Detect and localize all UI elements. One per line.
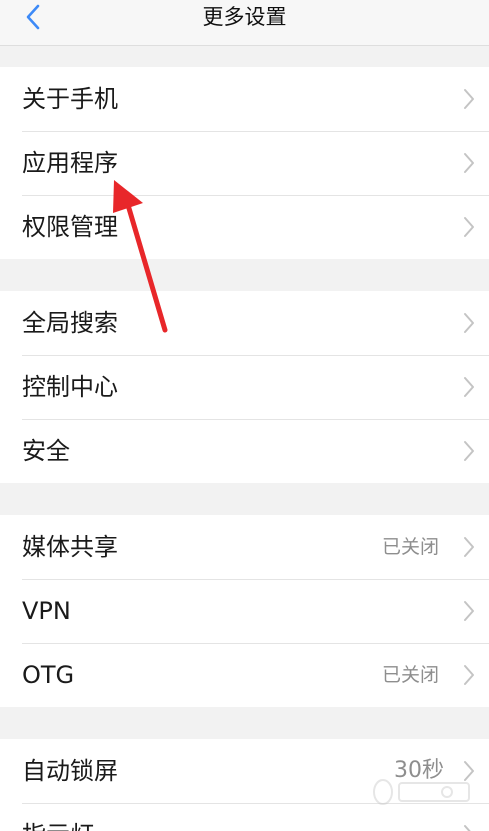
chevron-right-icon xyxy=(464,825,471,831)
watermark-icon xyxy=(373,779,470,805)
row-label: 自动锁屏 xyxy=(22,757,118,785)
row-otg[interactable]: OTG 已关闭 xyxy=(0,643,489,707)
chevron-right-icon xyxy=(464,441,474,461)
row-label: 应用程序 xyxy=(22,149,118,177)
settings-group-connections: 媒体共享 已关闭 VPN OTG 已关闭 xyxy=(0,515,489,707)
chevron-right-icon xyxy=(464,313,474,333)
row-label: 全局搜索 xyxy=(22,309,118,337)
row-applications[interactable]: 应用程序 xyxy=(0,131,489,195)
row-label: 控制中心 xyxy=(22,373,118,401)
row-label: 权限管理 xyxy=(22,213,118,241)
row-label: OTG xyxy=(22,661,75,689)
chevron-right-icon xyxy=(464,89,474,109)
settings-group-device: 关于手机 应用程序 权限管理 xyxy=(0,67,489,259)
row-label: 媒体共享 xyxy=(22,533,118,561)
row-vpn[interactable]: VPN xyxy=(0,579,489,643)
row-security[interactable]: 安全 xyxy=(0,419,489,483)
row-permissions[interactable]: 权限管理 xyxy=(0,195,489,259)
chevron-right-icon xyxy=(464,537,474,557)
row-status-value: 已关闭 xyxy=(381,664,439,686)
chevron-right-icon xyxy=(464,153,474,173)
settings-group-system: 全局搜索 控制中心 安全 xyxy=(0,291,489,483)
row-label: 关于手机 xyxy=(22,85,118,113)
chevron-right-icon xyxy=(464,217,474,237)
row-media-sharing[interactable]: 媒体共享 已关闭 xyxy=(0,515,489,579)
chevron-right-icon xyxy=(464,665,474,685)
row-status-value: 已关闭 xyxy=(381,536,439,558)
row-control-center[interactable]: 控制中心 xyxy=(0,355,489,419)
row-label: VPN xyxy=(22,597,71,625)
chevron-right-icon xyxy=(464,377,474,397)
page-title: 更多设置 xyxy=(202,5,287,29)
row-label: 安全 xyxy=(22,437,70,465)
navigation-bar: 更多设置 xyxy=(0,0,489,46)
chevron-right-icon xyxy=(464,601,474,621)
row-label: 指示灯 xyxy=(22,803,94,831)
row-global-search[interactable]: 全局搜索 xyxy=(0,291,489,355)
row-about-phone[interactable]: 关于手机 xyxy=(0,67,489,131)
